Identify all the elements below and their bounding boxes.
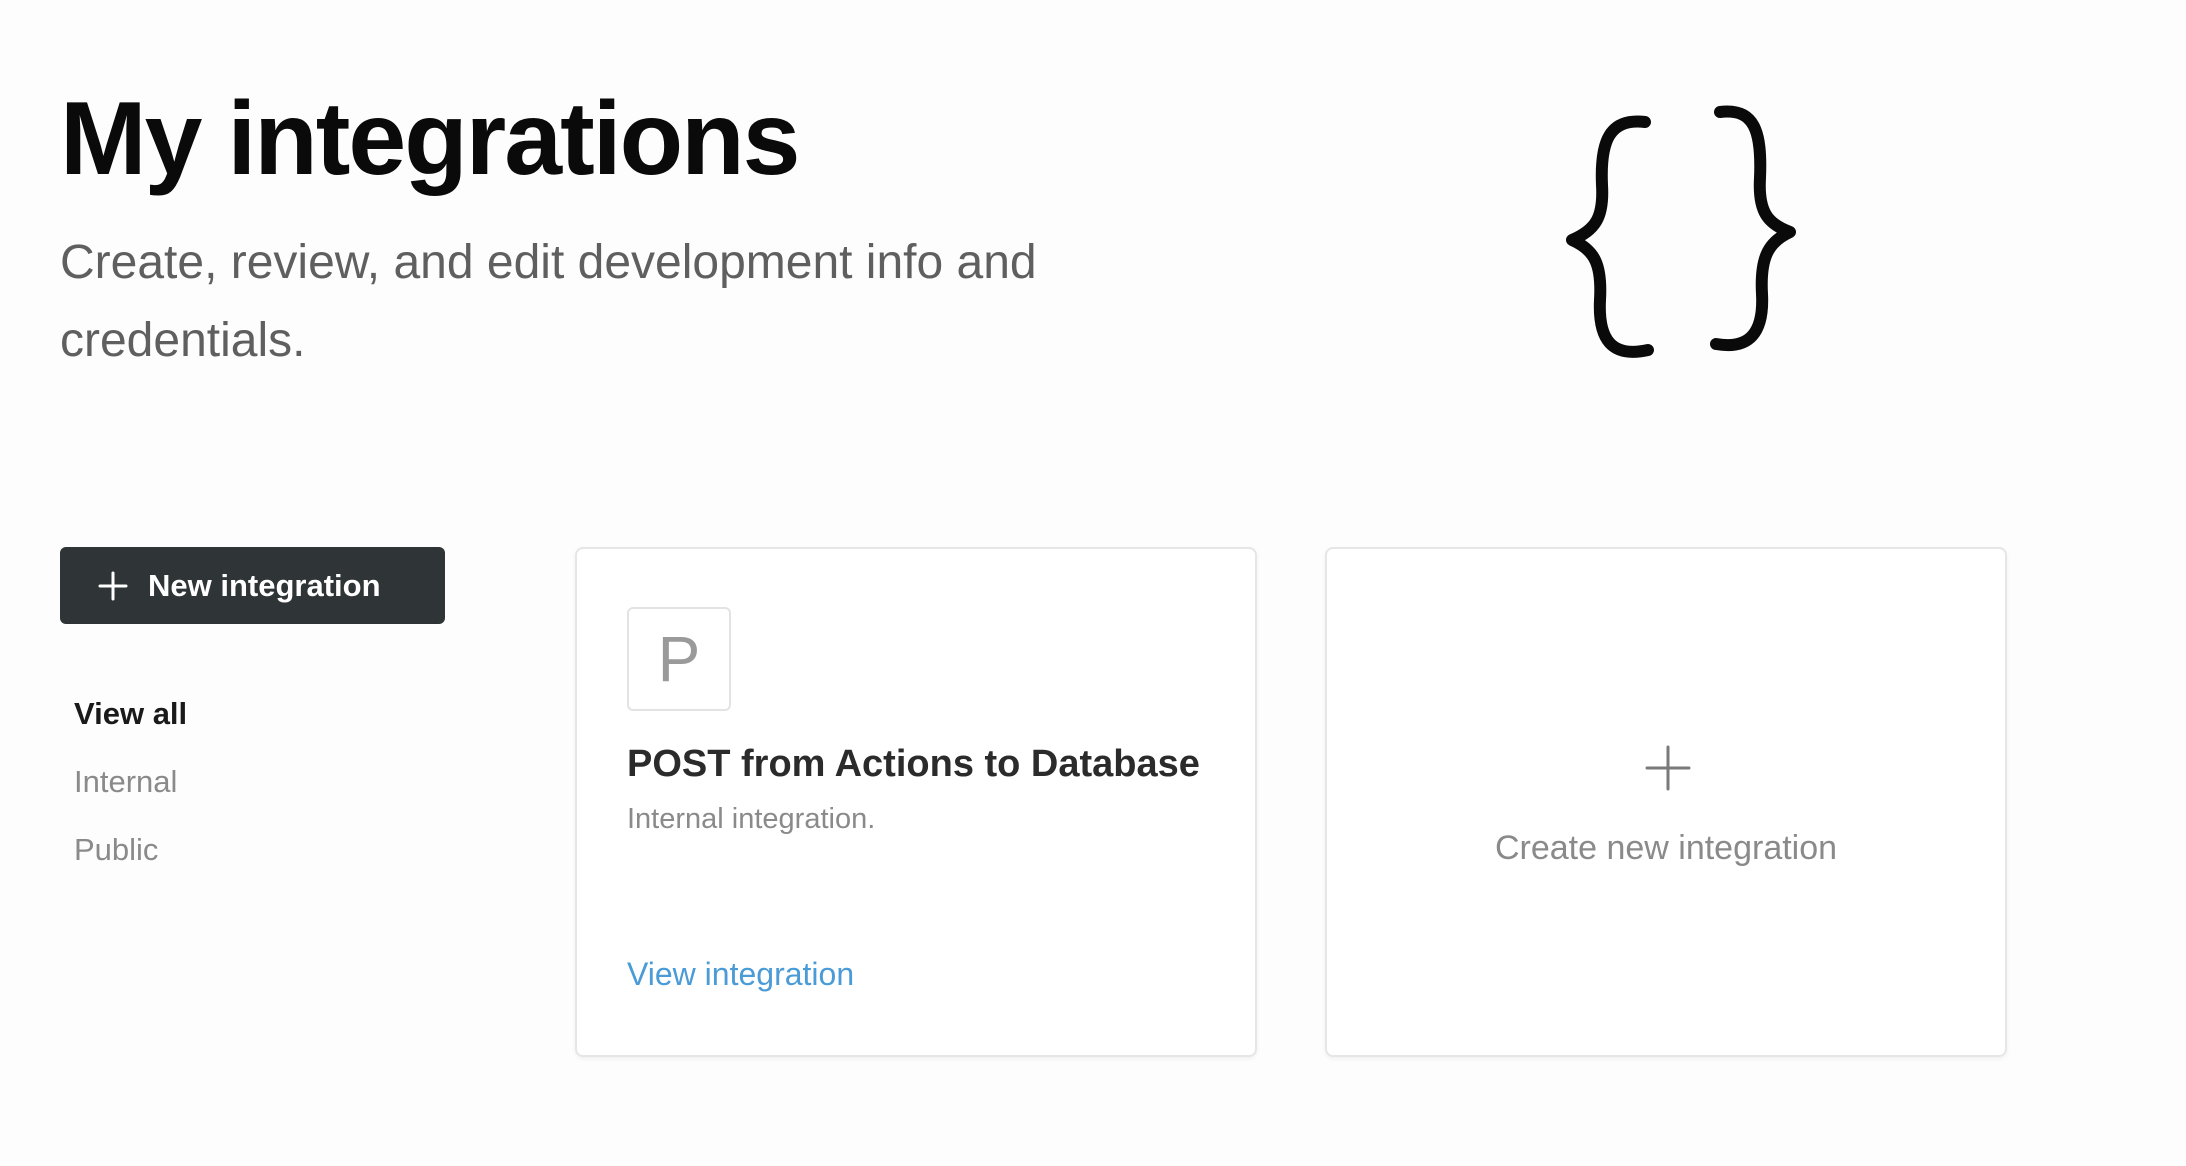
plus-icon (1645, 745, 1691, 791)
create-integration-card[interactable]: Create new integration (1325, 547, 2007, 1057)
create-integration-label: Create new integration (1494, 829, 1838, 867)
new-integration-button[interactable]: New integration (60, 547, 445, 624)
integrations-page: My integrations Create, review, and edit… (0, 0, 2186, 1166)
view-integration-link[interactable]: View integration (627, 956, 854, 993)
integration-type: Internal integration. (627, 803, 876, 835)
integration-card[interactable]: P POST from Actions to Database Internal… (575, 547, 1257, 1057)
filter-view-all[interactable]: View all (74, 680, 187, 748)
filter-internal[interactable]: Internal (74, 748, 187, 816)
filter-nav: View all Internal Public (74, 680, 187, 884)
new-integration-label: New integration (148, 567, 381, 603)
page-title: My integrations (60, 81, 801, 197)
page-subtitle: Create, review, and edit development inf… (60, 236, 1037, 367)
integration-name: POST from Actions to Database (627, 743, 1200, 785)
filter-public[interactable]: Public (74, 816, 187, 884)
integration-avatar: P (627, 607, 731, 711)
plus-icon (98, 571, 128, 600)
curly-braces-icon (1566, 105, 1796, 358)
